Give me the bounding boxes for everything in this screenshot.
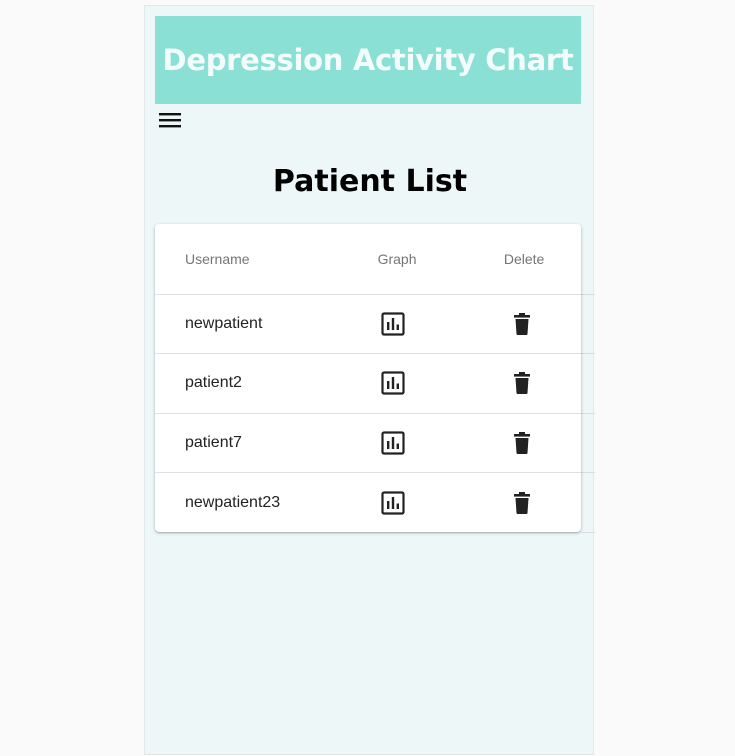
bar-chart-icon[interactable] (380, 490, 406, 516)
table-row: newpatient (155, 294, 581, 354)
username-cell: newpatient23 (185, 493, 281, 511)
bar-chart-icon[interactable] (380, 430, 406, 456)
username-cell: newpatient (155, 294, 332, 354)
bar-chart-icon[interactable] (380, 311, 406, 337)
trash-icon[interactable] (509, 430, 535, 456)
table-row: patient2 (155, 353, 581, 414)
patient-table-card: Username Graph Delete newpatient patient… (155, 224, 581, 532)
bar-chart-icon[interactable] (380, 370, 406, 396)
column-header-username: Username (155, 224, 332, 295)
username-cell: patient7 (155, 413, 332, 473)
patient-table: Username Graph Delete newpatient patient… (155, 224, 581, 532)
trash-icon[interactable] (509, 311, 535, 337)
table-row: patient7 (155, 413, 581, 473)
hamburger-menu-icon[interactable] (157, 108, 183, 134)
page-title: Patient List (272, 164, 468, 199)
table-header-row: Username Graph Delete (155, 224, 581, 295)
header-banner: Depression Activity Chart (155, 16, 581, 104)
column-header-delete: Delete (466, 224, 581, 295)
trash-icon[interactable] (509, 490, 535, 516)
table-row: newpatient23 (155, 473, 581, 533)
app-title: Depression Activity Chart (162, 43, 574, 77)
column-header-graph: Graph (331, 224, 467, 295)
username-cell: patient2 (155, 353, 332, 414)
app-frame: Depression Activity Chart Patient List U… (144, 5, 595, 756)
trash-icon[interactable] (509, 370, 535, 396)
table-row-dividers (581, 6, 595, 756)
